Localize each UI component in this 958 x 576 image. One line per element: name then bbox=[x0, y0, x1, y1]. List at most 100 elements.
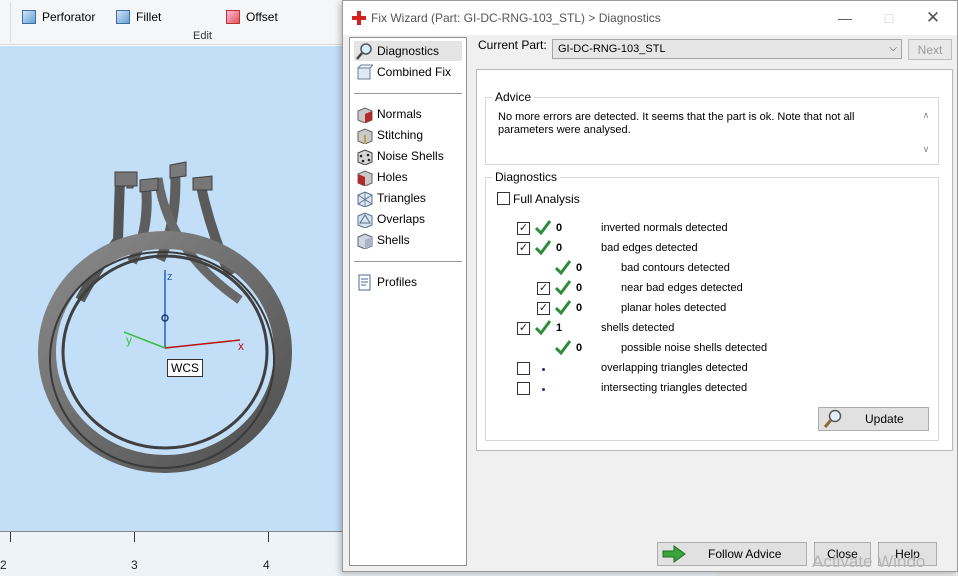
combined-fix-icon bbox=[356, 64, 373, 79]
bad-edges-label: bad edges detected bbox=[601, 242, 698, 254]
offset-button[interactable]: Offset bbox=[226, 10, 278, 24]
green-check-icon bbox=[555, 280, 571, 296]
shells-count: 1 bbox=[556, 322, 563, 334]
offset-icon bbox=[226, 10, 240, 24]
green-check-icon bbox=[535, 220, 551, 236]
ribbon: Perforator Fillet Offset Edit bbox=[0, 0, 345, 45]
near-bad-edges-checkbox[interactable]: ✓ bbox=[537, 282, 550, 295]
overlapping-triangles-checkbox[interactable] bbox=[517, 362, 530, 375]
fillet-button[interactable]: Fillet bbox=[116, 10, 161, 24]
green-check-icon bbox=[535, 240, 551, 256]
title-bar[interactable]: Fix Wizard (Part: GI-DC-RNG-103_STL) > D… bbox=[343, 1, 957, 35]
advice-title: Advice bbox=[492, 90, 535, 104]
activate-windows-watermark: Activate Windo bbox=[812, 552, 926, 571]
minimize-icon[interactable]: — bbox=[834, 7, 856, 29]
advice-text: No more errors are detected. It seems th… bbox=[498, 111, 855, 136]
advice-scrollbar[interactable]: ∧ ∨ bbox=[920, 110, 932, 158]
noise-shells-label: possible noise shells detected bbox=[621, 342, 768, 354]
holes-cube-icon bbox=[357, 169, 373, 186]
full-analysis-label: Full Analysis bbox=[513, 192, 580, 206]
planar-holes-label: planar holes detected bbox=[621, 302, 727, 314]
ruler-label: 2 bbox=[0, 558, 7, 572]
fix-wizard-cross-icon bbox=[352, 11, 366, 25]
planar-holes-checkbox[interactable]: ✓ bbox=[537, 302, 550, 315]
nav-item-holes[interactable]: Holes bbox=[354, 167, 462, 187]
diagnostics-title: Diagnostics bbox=[492, 170, 561, 184]
near-bad-edges-count: 0 bbox=[576, 282, 583, 294]
full-analysis-checkbox[interactable] bbox=[497, 192, 510, 205]
nav-label: Normals bbox=[377, 107, 422, 121]
ruler-label: 4 bbox=[263, 558, 270, 572]
nav-label: Profiles bbox=[377, 275, 418, 289]
3d-viewport[interactable]: z y x WCS bbox=[0, 46, 345, 531]
update-button[interactable]: Update bbox=[818, 407, 929, 431]
fillet-label: Fillet bbox=[136, 10, 162, 24]
shells-checkbox[interactable]: ✓ bbox=[517, 322, 530, 335]
green-arrow-icon bbox=[662, 545, 686, 563]
fix-wizard-dialog: Fix Wizard (Part: GI-DC-RNG-103_STL) > D… bbox=[342, 0, 958, 572]
nav-item-diagnostics[interactable]: Diagnostics bbox=[354, 41, 462, 61]
nav-separator bbox=[354, 261, 462, 262]
bad-edges-count: 0 bbox=[556, 242, 563, 254]
pending-dot-icon bbox=[542, 388, 545, 391]
planar-holes-count: 0 bbox=[576, 302, 583, 314]
inverted-normals-label: inverted normals detected bbox=[601, 222, 728, 234]
pending-dot-icon bbox=[542, 368, 545, 371]
intersecting-triangles-checkbox[interactable] bbox=[517, 382, 530, 395]
bad-contours-label: bad contours detected bbox=[621, 262, 730, 274]
nav-item-profiles[interactable]: Profiles bbox=[354, 272, 462, 292]
next-button[interactable]: Next bbox=[908, 39, 952, 60]
green-check-icon bbox=[555, 300, 571, 316]
magnifier-icon bbox=[823, 409, 842, 428]
perforator-icon bbox=[22, 10, 36, 24]
ruler-label: 3 bbox=[131, 558, 138, 572]
noise-shells-icon bbox=[357, 148, 373, 165]
stitching-cube-icon bbox=[357, 127, 373, 144]
current-part-value: GI-DC-RNG-103_STL bbox=[558, 43, 666, 55]
nav-label: Diagnostics bbox=[377, 44, 440, 58]
y-axis-label: y bbox=[126, 333, 132, 347]
current-part-select[interactable]: GI-DC-RNG-103_STL ⌵ bbox=[552, 39, 902, 59]
ring-model: z y x bbox=[38, 161, 292, 473]
intersecting-triangles-label: intersecting triangles detected bbox=[601, 382, 748, 394]
follow-advice-button[interactable]: Follow Advice bbox=[657, 542, 807, 566]
perforator-label: Perforator bbox=[42, 10, 96, 24]
maximize-icon[interactable]: □ bbox=[878, 7, 900, 29]
nav-item-normals[interactable]: Normals bbox=[354, 104, 462, 124]
fillet-icon bbox=[116, 10, 130, 24]
triangles-icon bbox=[357, 190, 373, 207]
nav-label: Shells bbox=[377, 233, 410, 247]
nav-item-triangles[interactable]: Triangles bbox=[354, 188, 462, 208]
current-part-label: Current Part: bbox=[478, 38, 547, 52]
nav-label: Noise Shells bbox=[377, 149, 444, 163]
green-check-icon bbox=[555, 260, 571, 276]
chevron-down-icon: ⌵ bbox=[889, 43, 897, 54]
diagnostics-panel: Advice No more errors are detected. It s… bbox=[476, 69, 953, 451]
advice-group: Advice No more errors are detected. It s… bbox=[485, 90, 939, 165]
z-axis-label: z bbox=[167, 271, 173, 283]
ribbon-separator bbox=[10, 2, 11, 42]
nav-separator bbox=[354, 93, 462, 94]
nav-item-combined-fix[interactable]: Combined Fix bbox=[354, 62, 462, 82]
green-check-icon bbox=[555, 340, 571, 356]
overlaps-icon bbox=[357, 211, 373, 228]
profiles-icon bbox=[358, 274, 371, 290]
shells-label: shells detected bbox=[601, 322, 675, 334]
normals-cube-icon bbox=[357, 106, 373, 123]
inverted-normals-checkbox[interactable]: ✓ bbox=[517, 222, 530, 235]
dialog-title: Fix Wizard (Part: GI-DC-RNG-103_STL) > D… bbox=[371, 11, 661, 25]
nav-item-noise-shells[interactable]: Noise Shells bbox=[354, 146, 462, 166]
wcs-label: WCS bbox=[167, 359, 203, 377]
overlapping-triangles-label: overlapping triangles detected bbox=[601, 362, 748, 374]
noise-shells-count: 0 bbox=[576, 342, 583, 354]
close-icon[interactable]: ✕ bbox=[922, 7, 944, 29]
nav-item-overlaps[interactable]: Overlaps bbox=[354, 209, 462, 229]
nav-label: Combined Fix bbox=[377, 65, 452, 79]
nav-label: Stitching bbox=[377, 128, 424, 142]
nav-item-shells[interactable]: Shells bbox=[354, 230, 462, 250]
shells-icon bbox=[357, 232, 373, 249]
offset-label: Offset bbox=[246, 10, 278, 24]
bad-edges-checkbox[interactable]: ✓ bbox=[517, 242, 530, 255]
nav-item-stitching[interactable]: Stitching bbox=[354, 125, 462, 145]
perforator-button[interactable]: Perforator bbox=[22, 10, 95, 24]
